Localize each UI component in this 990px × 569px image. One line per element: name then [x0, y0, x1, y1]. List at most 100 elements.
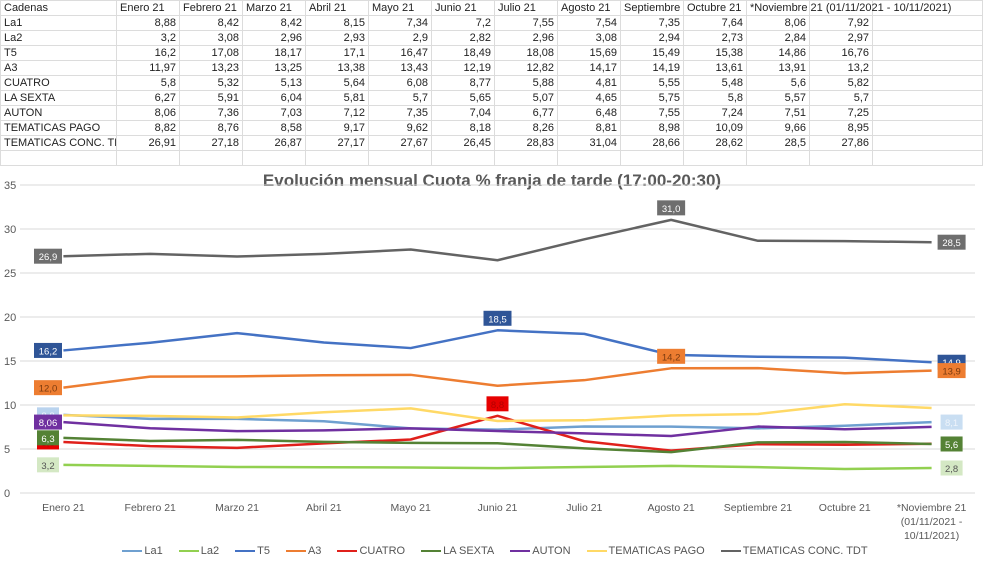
value-cell[interactable]: 8,77 [431, 75, 495, 91]
value-cell[interactable]: 5,7 [368, 90, 432, 106]
legend-item[interactable]: AUTON [510, 545, 571, 557]
empty-cell[interactable] [872, 135, 983, 151]
value-cell[interactable]: 28,83 [494, 135, 558, 151]
value-cell[interactable]: 7,34 [368, 15, 432, 31]
value-cell[interactable]: 8,06 [746, 15, 810, 31]
value-cell[interactable]: 2,94 [620, 30, 684, 46]
value-cell[interactable]: 26,87 [242, 135, 306, 151]
value-cell[interactable]: 5,64 [305, 75, 369, 91]
value-cell[interactable]: 14,19 [620, 60, 684, 76]
value-cell[interactable]: 15,49 [620, 45, 684, 61]
column-header[interactable]: Abril 21 [305, 0, 369, 16]
value-cell[interactable]: 28,62 [683, 135, 747, 151]
value-cell[interactable]: 9,62 [368, 120, 432, 136]
value-cell[interactable]: 6,08 [368, 75, 432, 91]
value-cell[interactable]: 13,43 [368, 60, 432, 76]
column-header[interactable]: Marzo 21 [242, 0, 306, 16]
value-cell[interactable]: 10,09 [683, 120, 747, 136]
value-cell[interactable]: 5,6 [746, 75, 810, 91]
value-cell[interactable]: 27,67 [368, 135, 432, 151]
value-cell[interactable]: 16,2 [116, 45, 180, 61]
empty-cell[interactable] [872, 75, 983, 91]
value-cell[interactable]: 5,65 [431, 90, 495, 106]
row-label-cell[interactable]: La2 [0, 30, 117, 46]
value-cell[interactable]: 17,08 [179, 45, 243, 61]
empty-cell[interactable] [872, 15, 983, 31]
value-cell[interactable]: 3,08 [179, 30, 243, 46]
value-cell[interactable]: 2,93 [305, 30, 369, 46]
value-cell[interactable]: 5,8 [116, 75, 180, 91]
value-cell[interactable]: 2,97 [809, 30, 873, 46]
value-cell[interactable]: 5,55 [620, 75, 684, 91]
value-cell[interactable]: 8,81 [557, 120, 621, 136]
value-cell[interactable]: 5,82 [809, 75, 873, 91]
value-cell[interactable]: 7,55 [620, 105, 684, 121]
row-label-cell[interactable]: TEMATICAS PAGO [0, 120, 117, 136]
value-cell[interactable]: 5,88 [494, 75, 558, 91]
column-header[interactable]: Agosto 21 [557, 0, 621, 16]
value-cell[interactable]: 28,5 [746, 135, 810, 151]
value-cell[interactable]: 8,42 [242, 15, 306, 31]
value-cell[interactable]: 26,91 [116, 135, 180, 151]
row-label-cell[interactable]: La1 [0, 15, 117, 31]
column-header[interactable]: Octubre 21 [683, 0, 747, 16]
row-label-cell[interactable]: CUATRO [0, 75, 117, 91]
value-cell[interactable]: 5,48 [683, 75, 747, 91]
value-cell[interactable]: 13,61 [683, 60, 747, 76]
value-cell[interactable]: 5,7 [809, 90, 873, 106]
value-cell[interactable]: 14,17 [557, 60, 621, 76]
value-cell[interactable]: 15,69 [557, 45, 621, 61]
column-header[interactable]: Cadenas [0, 0, 117, 16]
value-cell[interactable]: 7,36 [179, 105, 243, 121]
value-cell[interactable]: 2,82 [431, 30, 495, 46]
column-header[interactable]: Mayo 21 [368, 0, 432, 16]
value-cell[interactable]: 7,51 [746, 105, 810, 121]
value-cell[interactable]: 7,25 [809, 105, 873, 121]
value-cell[interactable]: 2,73 [683, 30, 747, 46]
value-cell[interactable]: 5,32 [179, 75, 243, 91]
value-cell[interactable]: 9,17 [305, 120, 369, 136]
column-header[interactable]: Junio 21 [431, 0, 495, 16]
value-cell[interactable]: 15,38 [683, 45, 747, 61]
empty-cell[interactable] [872, 30, 983, 46]
value-cell[interactable]: 7,03 [242, 105, 306, 121]
value-cell[interactable]: 7,12 [305, 105, 369, 121]
column-header[interactable]: Enero 21 [116, 0, 180, 16]
value-cell[interactable]: 13,38 [305, 60, 369, 76]
empty-cell[interactable] [872, 90, 983, 106]
value-cell[interactable]: 8,26 [494, 120, 558, 136]
column-header[interactable]: Septiembre 2 [620, 0, 684, 16]
value-cell[interactable]: 6,27 [116, 90, 180, 106]
value-cell[interactable]: 8,76 [179, 120, 243, 136]
value-cell[interactable]: 7,2 [431, 15, 495, 31]
value-cell[interactable]: 14,86 [746, 45, 810, 61]
value-cell[interactable]: 2,9 [368, 30, 432, 46]
value-cell[interactable]: 8,95 [809, 120, 873, 136]
value-cell[interactable]: 13,2 [809, 60, 873, 76]
value-cell[interactable]: 16,47 [368, 45, 432, 61]
value-cell[interactable]: 13,91 [746, 60, 810, 76]
value-cell[interactable]: 5,81 [305, 90, 369, 106]
row-label-cell[interactable]: AUTON [0, 105, 117, 121]
row-label-cell[interactable]: TEMATICAS CONC. TDT [0, 135, 117, 151]
value-cell[interactable]: 5,75 [620, 90, 684, 106]
row-label-cell[interactable]: T5 [0, 45, 117, 61]
value-cell[interactable]: 4,65 [557, 90, 621, 106]
value-cell[interactable]: 5,13 [242, 75, 306, 91]
value-cell[interactable]: 8,18 [431, 120, 495, 136]
value-cell[interactable]: 6,04 [242, 90, 306, 106]
value-cell[interactable]: 8,15 [305, 15, 369, 31]
empty-cell[interactable] [872, 120, 983, 136]
value-cell[interactable]: 18,08 [494, 45, 558, 61]
value-cell[interactable]: 6,77 [494, 105, 558, 121]
value-cell[interactable]: 5,57 [746, 90, 810, 106]
legend-item[interactable]: A3 [285, 545, 321, 557]
legend-item[interactable]: CUATRO [337, 545, 405, 557]
value-cell[interactable]: 3,2 [116, 30, 180, 46]
value-cell[interactable]: 26,45 [431, 135, 495, 151]
value-cell[interactable]: 5,91 [179, 90, 243, 106]
value-cell[interactable]: 28,66 [620, 135, 684, 151]
value-cell[interactable]: 31,04 [557, 135, 621, 151]
value-cell[interactable]: 12,19 [431, 60, 495, 76]
legend-item[interactable]: LA SEXTA [421, 545, 494, 557]
